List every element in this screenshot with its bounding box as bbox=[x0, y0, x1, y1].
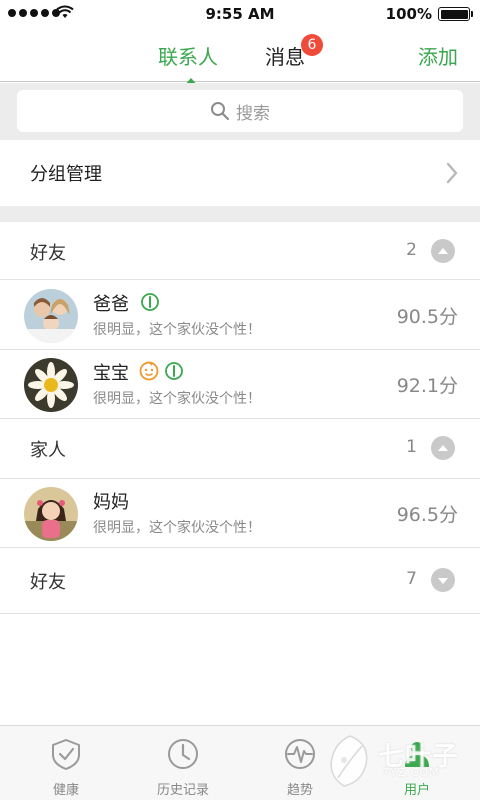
contact-name: 妈妈 bbox=[93, 492, 129, 513]
contact-score: 90.5分 bbox=[396, 306, 458, 328]
avatar bbox=[24, 289, 78, 343]
clock-icon bbox=[168, 739, 198, 769]
tab-contacts[interactable]: 联系人 bbox=[158, 41, 218, 87]
leaf-logo-icon bbox=[330, 735, 368, 787]
contact-signature: 很明显，这个家伙没个性！ bbox=[93, 322, 261, 338]
avatar bbox=[24, 487, 78, 541]
tab-messages-label: 消息 bbox=[265, 45, 305, 69]
section-divider bbox=[0, 206, 480, 222]
contact-score: 96.5分 bbox=[396, 504, 458, 526]
search-icon bbox=[211, 102, 230, 121]
contact-name: 宝宝 bbox=[93, 363, 129, 384]
top-navbar: 联系人 消息 6 添加 bbox=[0, 28, 480, 87]
group-title: 家人 bbox=[30, 440, 66, 461]
chevron-right-icon bbox=[446, 162, 458, 184]
tab-history[interactable]: 历史记录 bbox=[123, 726, 243, 800]
group-count: 1 bbox=[406, 437, 417, 457]
contact-signature: 很明显，这个家伙没个性！ bbox=[93, 520, 261, 536]
group-count: 2 bbox=[406, 240, 417, 260]
status-bar: 9:55 AM 100% bbox=[0, 0, 480, 28]
baby-face-icon bbox=[139, 361, 159, 381]
tab-messages[interactable]: 消息 bbox=[265, 41, 305, 70]
battery-percentage: 100% bbox=[385, 5, 432, 23]
contact-row[interactable]: 宝宝 很明显，这个家伙没个性！ 92.1分 bbox=[0, 350, 480, 419]
expand-arrow-icon[interactable] bbox=[431, 568, 455, 592]
collapse-arrow-icon[interactable] bbox=[431, 436, 455, 460]
search-placeholder: 搜索 bbox=[236, 103, 270, 124]
search-input[interactable]: 搜索 bbox=[17, 90, 463, 132]
tab-contacts-label: 联系人 bbox=[158, 45, 218, 69]
messages-unread-badge: 6 bbox=[301, 34, 323, 56]
tab-health[interactable]: 健康 bbox=[6, 726, 126, 800]
shield-check-icon bbox=[52, 739, 80, 770]
contact-row[interactable]: 妈妈 很明显，这个家伙没个性！ 96.5分 bbox=[0, 479, 480, 548]
add-contact-button[interactable]: 添加 bbox=[418, 41, 458, 70]
pulse-icon bbox=[285, 739, 315, 769]
group-title: 好友 bbox=[30, 572, 66, 593]
collapse-arrow-icon[interactable] bbox=[431, 239, 455, 263]
group-title: 好友 bbox=[30, 243, 66, 264]
gauge-icon bbox=[141, 293, 159, 311]
watermark-logo: 七叶子 7YZ.COM bbox=[322, 728, 472, 798]
group-header-friends[interactable]: 好友 2 bbox=[0, 222, 480, 280]
group-header-family[interactable]: 家人 1 bbox=[0, 419, 480, 479]
group-management-label: 分组管理 bbox=[30, 164, 102, 185]
search-area: 搜索 bbox=[0, 83, 480, 140]
group-count: 7 bbox=[406, 569, 417, 589]
contact-signature: 很明显，这个家伙没个性！ bbox=[93, 391, 261, 407]
tab-history-label: 历史记录 bbox=[156, 783, 209, 798]
avatar bbox=[24, 358, 78, 412]
watermark-subtext: 7YZ.COM bbox=[382, 766, 440, 779]
group-header-friends-collapsed[interactable]: 好友 7 bbox=[0, 548, 480, 614]
gauge-icon bbox=[165, 362, 183, 380]
contact-name: 爸爸 bbox=[93, 294, 129, 315]
contact-row[interactable]: 爸爸 很明显，这个家伙没个性！ 90.5分 bbox=[0, 281, 480, 350]
battery-icon bbox=[438, 7, 473, 21]
contact-score: 92.1分 bbox=[396, 375, 458, 397]
group-management-row[interactable]: 分组管理 bbox=[0, 140, 480, 206]
tab-health-label: 健康 bbox=[52, 783, 79, 798]
